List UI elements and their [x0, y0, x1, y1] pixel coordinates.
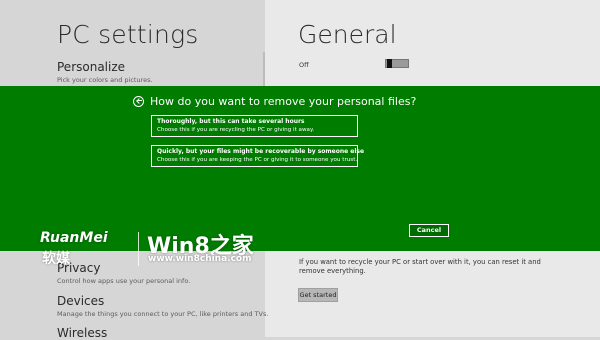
reset-description: If you want to recycle your PC or start … [299, 258, 541, 275]
watermark-url: www.win8china.com [148, 254, 252, 264]
back-arrow-icon[interactable] [133, 96, 144, 107]
option-description: Choose this if you are recycling the PC … [157, 127, 315, 133]
category-description: Manage the things you connect to your PC… [57, 310, 269, 318]
option-title: Thoroughly, but this can take several ho… [157, 118, 305, 125]
category-label: Devices [57, 294, 105, 308]
category-label: Personalize [57, 60, 126, 74]
category-label: Wireless [57, 326, 108, 340]
category-description: Control how apps use your personal info. [57, 277, 191, 285]
category-devices[interactable]: Devices Manage the things you connect to… [57, 294, 268, 318]
option-quick[interactable]: Quickly, but your files might be recover… [151, 145, 365, 167]
section-title: General [298, 20, 397, 49]
option-title: Quickly, but your files might be recover… [157, 148, 365, 155]
category-wireless[interactable]: Wireless [57, 326, 107, 340]
watermark: RuanMei 软媒 Win8之家 www.win8china.com [40, 230, 270, 272]
watermark-separator [138, 232, 139, 266]
option-description: Choose this if you are keeping the PC or… [157, 157, 358, 163]
dialog-title: How do you want to remove your personal … [150, 95, 417, 108]
category-personalize[interactable]: Personalize Pick your colors and picture… [57, 60, 153, 84]
watermark-brand: RuanMei [40, 230, 108, 246]
option-thorough[interactable]: Thoroughly, but this can take several ho… [151, 115, 358, 137]
remove-files-dialog [0, 86, 600, 251]
setting-toggle[interactable] [385, 59, 409, 68]
cancel-button[interactable]: Cancel [409, 224, 449, 237]
watermark-brand-cn: 软媒 [42, 251, 70, 267]
get-started-button[interactable]: Get started [298, 288, 338, 302]
toggle-state-label: Off [299, 61, 309, 69]
toggle-knob [387, 59, 392, 68]
page-title: PC settings [57, 20, 199, 49]
category-description: Pick your colors and pictures. [57, 76, 153, 84]
